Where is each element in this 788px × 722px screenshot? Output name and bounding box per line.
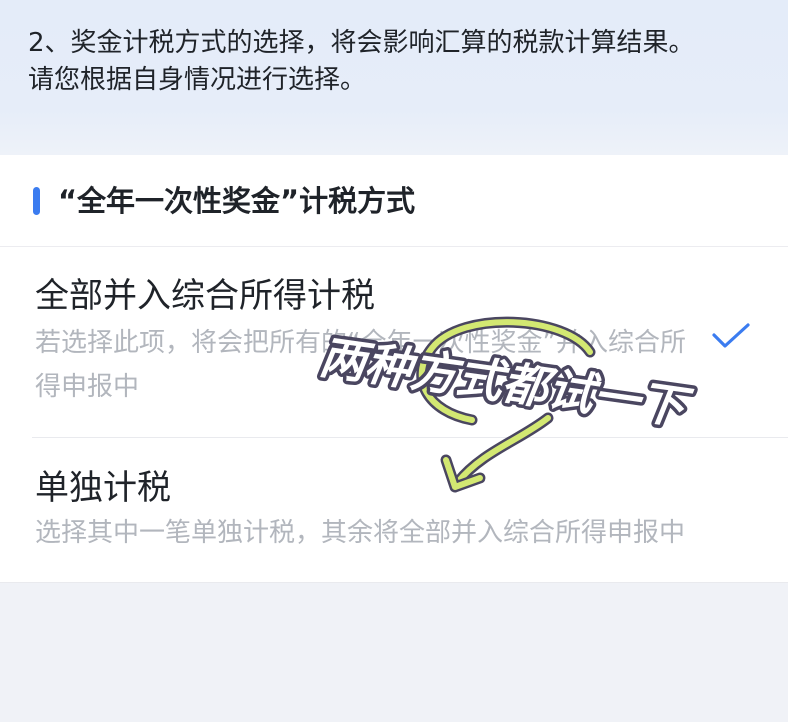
section-header: “全年一次性奖金”计税方式 [0,155,788,247]
divider [32,437,788,438]
option-separate-taxation[interactable]: 单独计税 选择其中一笔单独计税，其余将全部并入综合所得申报中 [0,439,788,582]
option-title: 单独计税 [35,468,171,508]
option-title: 全部并入综合所得计税 [35,276,375,316]
tax-method-card: “全年一次性奖金”计税方式 全部并入综合所得计税 若选择此项，将会把所有的“全年… [0,155,788,583]
notice-line-2: 请您根据自身情况进行选择。 [28,65,367,95]
option-description: 选择其中一笔单独计税，其余将全部并入综合所得申报中 [35,518,686,548]
notice-line-1: 2、奖金计税方式的选择，将会影响汇算的税款计算结果。 [28,28,695,58]
option-combined-taxation[interactable]: 全部并入综合所得计税 若选择此项，将会把所有的“全年一次性奖金”并入综合所得申报… [0,247,788,438]
section-title: “全年一次性奖金”计税方式 [58,184,416,218]
section-accent-bar [33,187,40,215]
checkmark-icon [712,323,750,348]
option-description: 若选择此项，将会把所有的“全年一次性奖金”并入综合所得申报中 [35,328,686,402]
notice-area: 2、奖金计税方式的选择，将会影响汇算的税款计算结果。 请您根据自身情况进行选择。 [0,0,788,155]
